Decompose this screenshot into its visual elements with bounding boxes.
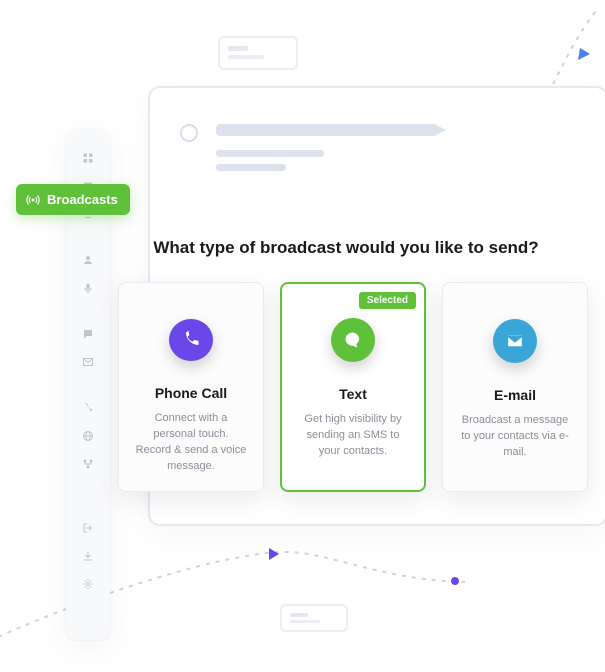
sidebar-item-globe[interactable]	[82, 430, 94, 442]
card-email[interactable]: E-mail Broadcast a message to your conta…	[442, 282, 588, 492]
sidebar-item-flow[interactable]	[82, 458, 94, 470]
card-desc: Get high visibility by sending an SMS to…	[296, 412, 410, 460]
sidebar-item-logout[interactable]	[82, 522, 94, 534]
sidebar-item-phone[interactable]	[82, 402, 94, 414]
sidebar-item-chat[interactable]	[82, 328, 94, 340]
page-heading: What type of broadcast would you like to…	[136, 238, 556, 258]
decorative-popup	[218, 36, 298, 70]
decorative-arrow-icon	[269, 548, 281, 560]
decorative-arrow-icon	[578, 48, 592, 62]
sidebar-item-dashboard[interactable]	[82, 152, 94, 164]
card-title: Phone Call	[155, 385, 227, 401]
skeleton-avatar	[180, 124, 198, 142]
sidebar-item-download[interactable]	[82, 550, 94, 562]
card-text[interactable]: Selected Text Get high visibility by sen…	[280, 282, 426, 492]
skeleton-breadcrumb	[216, 124, 446, 136]
broadcasts-tag-label: Broadcasts	[47, 192, 118, 207]
chat-icon	[331, 318, 375, 362]
sidebar-item-mail[interactable]	[82, 356, 94, 368]
card-title: Text	[339, 386, 367, 402]
card-desc: Connect with a personal touch. Record & …	[133, 411, 249, 475]
card-desc: Broadcast a message to your contacts via…	[457, 413, 573, 461]
sidebar-item-contacts[interactable]	[82, 254, 94, 266]
sidebar-item-settings[interactable]	[82, 578, 94, 590]
card-title: E-mail	[494, 387, 536, 403]
sidebar-item-mic[interactable]	[82, 282, 94, 294]
broadcast-icon	[26, 193, 40, 207]
selected-badge: Selected	[359, 292, 416, 309]
broadcast-type-cards: Phone Call Connect with a personal touch…	[118, 282, 588, 492]
skeleton-line	[216, 150, 324, 157]
decorative-popup	[280, 604, 348, 632]
skeleton-line	[216, 164, 286, 171]
broadcasts-tag[interactable]: Broadcasts	[16, 184, 130, 215]
card-phone-call[interactable]: Phone Call Connect with a personal touch…	[118, 282, 264, 492]
mail-icon	[493, 319, 537, 363]
phone-icon	[169, 319, 213, 361]
decorative-dot-icon	[450, 576, 460, 586]
